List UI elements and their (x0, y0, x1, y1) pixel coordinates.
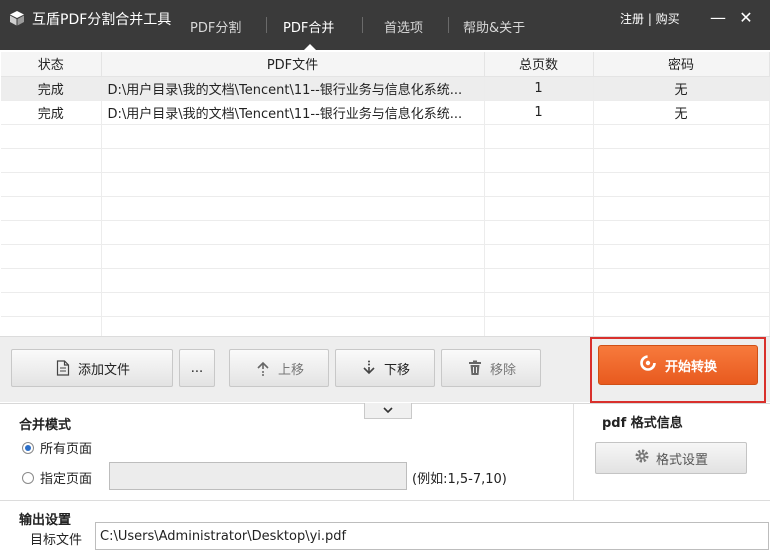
row-status: 完成 (1, 100, 102, 125)
action-toolbar: 添加文件 ... 上移 下移 移除 开始转换 (0, 336, 770, 403)
row-file-path: D:\用户目录\我的文档\Tencent\11--银行业务与信息化系统... (101, 100, 485, 125)
move-up-label: 上移 (277, 362, 304, 378)
empty-row (1, 220, 770, 245)
merge-options-panel: 合并模式 所有页面 指定页面 (例如:1,5-7,10) pdf 格式信息 格式… (0, 403, 770, 501)
active-tab-indicator (304, 44, 316, 50)
tab-preferences[interactable]: 首选项 (384, 17, 423, 36)
output-settings-title: 输出设置 (19, 513, 72, 528)
empty-row (1, 172, 770, 197)
more-options-button[interactable]: ... (179, 349, 215, 387)
trash-icon (466, 359, 484, 377)
panel-divider (573, 404, 574, 501)
target-file-label: 目标文件 (30, 533, 83, 548)
register-buy-links[interactable]: 注册 | 购买 (620, 10, 680, 27)
document-icon (54, 359, 72, 377)
start-convert-label: 开始转换 (664, 359, 717, 375)
tab-pdf-split[interactable]: PDF分割 (190, 17, 241, 36)
row-status: 完成 (1, 76, 102, 101)
add-file-button[interactable]: 添加文件 (11, 349, 173, 387)
format-settings-label: 格式设置 (655, 452, 708, 468)
table-header: 状态 PDF文件 总页数 密码 (1, 52, 770, 77)
format-settings-button[interactable]: 格式设置 (595, 442, 747, 474)
tab-divider (362, 17, 363, 33)
empty-row (1, 292, 770, 317)
app-title: 互盾PDF分割合并工具 (32, 12, 172, 28)
radio-all-pages[interactable]: 所有页面 (22, 438, 92, 457)
empty-row (1, 196, 770, 221)
radio-all-pages-label: 所有页面 (40, 442, 93, 457)
arrow-down-icon (360, 359, 378, 377)
column-header-total-pages[interactable]: 总页数 (484, 52, 594, 77)
radio-button-all-pages[interactable] (22, 441, 34, 454)
tab-divider (448, 17, 449, 33)
page-range-hint: (例如:1,5-7,10) (412, 472, 507, 487)
tab-pdf-merge[interactable]: PDF合并 (283, 17, 334, 36)
empty-row (1, 268, 770, 293)
radio-specific-pages[interactable]: 指定页面 (22, 468, 92, 487)
output-settings-panel: 输出设置 目标文件 (0, 500, 770, 560)
page-range-input[interactable] (109, 462, 407, 490)
remove-button[interactable]: 移除 (441, 349, 541, 387)
remove-label: 移除 (489, 362, 516, 378)
tab-divider (266, 17, 267, 33)
tab-help-about[interactable]: 帮助&关于 (463, 17, 525, 36)
move-down-button[interactable]: 下移 (335, 349, 435, 387)
row-total-pages: 1 (484, 100, 594, 125)
table-row[interactable]: 完成 D:\用户目录\我的文档\Tencent\11--银行业务与信息化系统..… (1, 76, 770, 101)
move-down-label: 下移 (383, 362, 410, 378)
row-password: 无 (593, 76, 770, 101)
file-table: 状态 PDF文件 总页数 密码 完成 D:\用户目录\我的文档\Tencent\… (1, 52, 770, 341)
row-file-path: D:\用户目录\我的文档\Tencent\11--银行业务与信息化系统... (101, 76, 485, 101)
row-password: 无 (593, 100, 770, 125)
empty-row (1, 124, 770, 149)
title-bar: 互盾PDF分割合并工具 PDF分割 PDF合并 首选项 帮助&关于 注册 | 购… (0, 0, 770, 50)
table-row[interactable]: 完成 D:\用户目录\我的文档\Tencent\11--银行业务与信息化系统..… (1, 100, 770, 125)
collapse-toggle-button[interactable] (364, 403, 412, 419)
start-convert-button[interactable]: 开始转换 (598, 345, 758, 385)
move-up-button[interactable]: 上移 (229, 349, 329, 387)
minimize-button[interactable]: — (709, 9, 727, 27)
radio-button-specific-pages[interactable] (22, 471, 34, 484)
arrow-up-icon (254, 359, 272, 377)
chevron-down-icon (382, 403, 394, 418)
empty-row (1, 148, 770, 173)
gear-icon (634, 448, 650, 468)
row-total-pages: 1 (484, 76, 594, 101)
empty-row (1, 244, 770, 269)
add-file-label: 添加文件 (77, 362, 130, 378)
target-file-input[interactable] (95, 522, 769, 550)
radio-specific-pages-label: 指定页面 (40, 472, 93, 487)
close-button[interactable]: ✕ (737, 9, 755, 27)
pdf-format-title: pdf 格式信息 (602, 416, 683, 431)
column-header-status[interactable]: 状态 (1, 52, 102, 77)
cube-logo-icon (10, 11, 24, 26)
more-label: ... (190, 360, 204, 376)
merge-mode-title: 合并模式 (19, 418, 72, 433)
refresh-icon (639, 354, 657, 376)
column-header-pdf-file[interactable]: PDF文件 (101, 52, 485, 77)
column-header-password[interactable]: 密码 (593, 52, 770, 77)
